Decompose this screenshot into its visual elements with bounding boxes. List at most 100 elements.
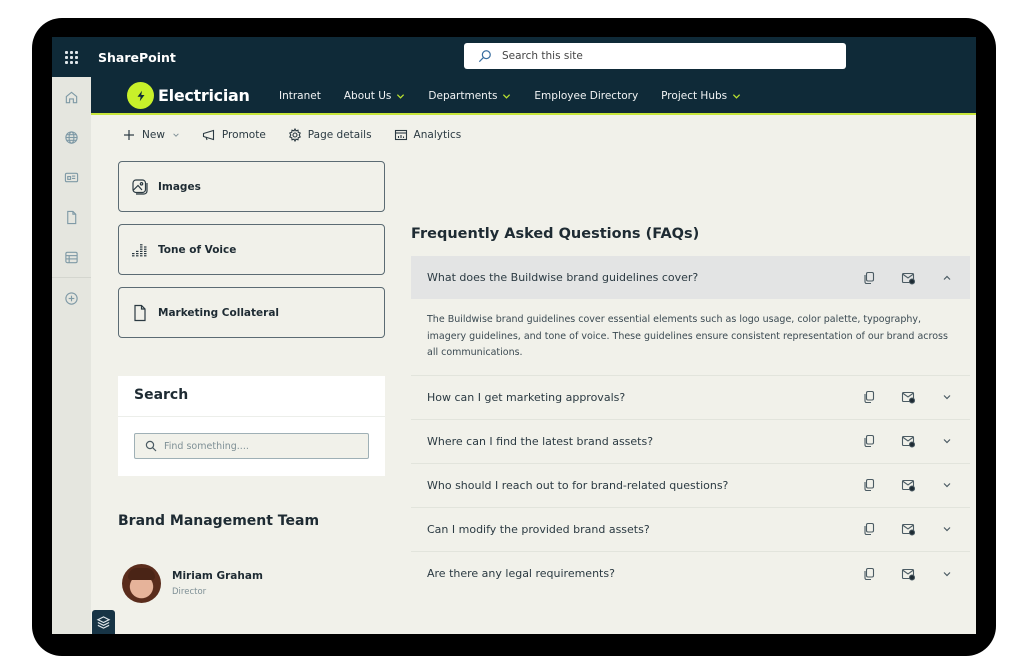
share-email-icon[interactable] (901, 271, 915, 285)
chevron-down-icon (173, 133, 179, 137)
share-email-icon[interactable] (901, 434, 915, 448)
chevron-down-icon[interactable] (942, 569, 952, 579)
nav-label: Departments (428, 90, 498, 102)
copy-icon[interactable] (862, 522, 876, 536)
nav-label: About Us (343, 90, 392, 102)
chevron-down-icon[interactable] (942, 436, 952, 446)
promote-button[interactable]: Promote (202, 128, 266, 142)
chevron-down-icon (397, 93, 405, 99)
app-badge-button[interactable] (92, 610, 115, 634)
faq-item[interactable]: Who should I reach out to for brand-rela… (411, 464, 970, 508)
waffle-icon (64, 50, 78, 64)
search-web-part: Search (118, 376, 385, 476)
lightning-bolt-icon (127, 82, 154, 109)
share-email-icon[interactable] (901, 522, 915, 536)
quicklink-tone-of-voice[interactable]: Tone of Voice (118, 224, 385, 275)
new-button[interactable]: New (122, 128, 180, 142)
faq-item[interactable]: What does the Buildwise brand guidelines… (411, 256, 970, 299)
chevron-down-icon (503, 93, 511, 99)
nav-label: Employee Directory (534, 90, 639, 102)
team-member-card[interactable]: Miriam Graham Director (122, 564, 263, 603)
chevron-down-icon[interactable] (942, 524, 952, 534)
file-icon (67, 210, 77, 224)
quicklink-label: Images (158, 180, 201, 193)
rail-item-files[interactable] (52, 197, 91, 237)
add-circle-icon (65, 291, 78, 305)
site-title: Electrician (158, 86, 250, 105)
promote-label: Promote (221, 129, 266, 141)
nav-label: Project Hubs (661, 90, 728, 102)
layers-icon (96, 615, 111, 629)
search-icon (145, 440, 157, 452)
suite-bar: SharePoint Search this site (52, 37, 976, 77)
globe-icon (65, 130, 78, 144)
megaphone-icon (202, 129, 214, 141)
quicklink-label: Marketing Collateral (158, 306, 280, 319)
site-logo[interactable]: Electrician (127, 82, 250, 109)
analytics-icon (394, 129, 407, 141)
gear-icon (288, 128, 301, 142)
rail-item-create[interactable] (52, 278, 91, 318)
news-icon (64, 172, 79, 182)
chevron-up-icon[interactable] (942, 273, 952, 283)
document-icon (134, 304, 146, 321)
faq-title: Frequently Asked Questions (FAQs) (411, 226, 700, 242)
faq-answer: The Buildwise brand guidelines cover ess… (411, 299, 970, 376)
copy-icon[interactable] (862, 390, 876, 404)
rail-item-lists[interactable] (52, 237, 91, 277)
faq-item[interactable]: Where can I find the latest brand assets… (411, 420, 970, 464)
quicklink-marketing-collateral[interactable]: Marketing Collateral (118, 287, 385, 338)
nav-item-project-hubs[interactable]: Project Hubs (661, 90, 741, 102)
chevron-down-icon[interactable] (942, 480, 952, 490)
app-name[interactable]: SharePoint (98, 50, 176, 65)
site-search-box[interactable]: Search this site (464, 43, 846, 69)
find-something-input[interactable] (164, 440, 354, 452)
sharepoint-screen: SharePoint Search this site Electrician … (52, 37, 976, 634)
top-navigation: Intranet About Us Departments Employee D… (279, 77, 764, 115)
page-details-button[interactable]: Page details (288, 128, 372, 142)
share-email-icon[interactable] (901, 478, 915, 492)
app-launcher-button[interactable] (52, 37, 90, 77)
team-title: Brand Management Team (118, 513, 320, 529)
nav-item-departments[interactable]: Departments (428, 90, 511, 102)
faq-accordion: What does the Buildwise brand guidelines… (411, 256, 970, 596)
nav-item-about-us[interactable]: About Us (344, 90, 406, 102)
quicklink-images[interactable]: Images (118, 161, 385, 212)
faq-item[interactable]: Are there any legal requirements? (411, 552, 970, 596)
search-card-title: Search (134, 387, 189, 403)
copy-icon[interactable] (862, 434, 876, 448)
avatar (122, 564, 161, 603)
nav-item-employee-directory[interactable]: Employee Directory (534, 90, 638, 102)
app-bar (52, 77, 91, 634)
chevron-down-icon (733, 93, 741, 99)
page-details-label: Page details (307, 129, 372, 141)
site-search-placeholder: Search this site (502, 50, 583, 62)
copy-icon[interactable] (862, 271, 876, 285)
rail-item-sites[interactable] (52, 117, 91, 157)
audio-bars-icon (132, 243, 147, 256)
search-card-divider (118, 416, 385, 417)
faq-item[interactable]: How can I get marketing approvals? (411, 376, 970, 420)
share-email-icon[interactable] (901, 390, 915, 404)
rail-item-home[interactable] (52, 77, 91, 117)
list-icon (65, 251, 78, 263)
nav-item-intranet[interactable]: Intranet (279, 90, 321, 102)
find-something-box[interactable] (134, 433, 369, 459)
faq-item[interactable]: Can I modify the provided brand assets? (411, 508, 970, 552)
copy-icon[interactable] (862, 567, 876, 581)
chevron-down-icon[interactable] (942, 392, 952, 402)
analytics-button[interactable]: Analytics (394, 128, 462, 142)
site-header: Electrician Intranet About Us Department… (91, 77, 976, 115)
nav-label: Intranet (279, 90, 321, 102)
member-role: Director (172, 587, 207, 597)
copy-icon[interactable] (862, 478, 876, 492)
share-email-icon[interactable] (901, 567, 915, 581)
analytics-label: Analytics (413, 129, 462, 141)
home-icon (65, 91, 78, 103)
member-name: Miriam Graham (172, 570, 263, 582)
search-icon (478, 50, 491, 63)
plus-icon (124, 130, 134, 140)
rail-item-news[interactable] (52, 157, 91, 197)
image-icon (132, 178, 148, 195)
quicklink-label: Tone of Voice (158, 243, 237, 256)
